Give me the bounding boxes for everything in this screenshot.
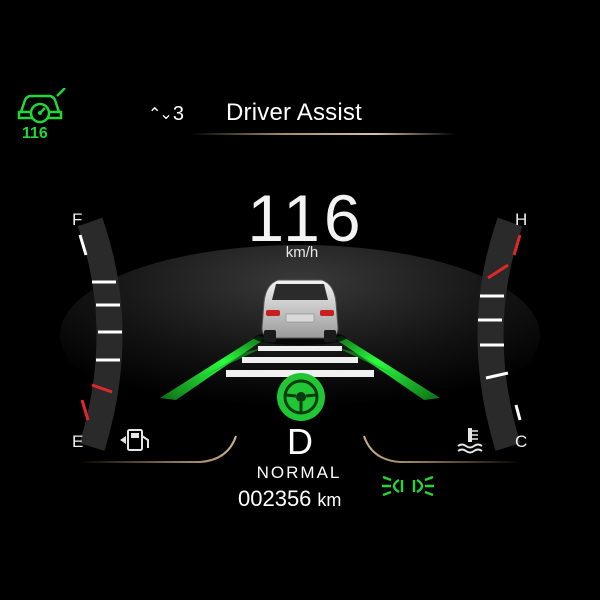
page-title: Driver Assist bbox=[226, 99, 362, 126]
fuel-empty-label: E bbox=[72, 432, 84, 451]
menu-page-indicator[interactable]: ⌃⌄ 3 bbox=[148, 101, 188, 127]
menu-page-number: 3 bbox=[172, 102, 184, 125]
temp-hot-label: H bbox=[515, 210, 528, 229]
parking-lights-icon bbox=[382, 475, 434, 497]
instrument-cluster: 116 ⌃⌄ 3 Driver Assist 116 km/h F E H C … bbox=[0, 0, 600, 600]
lead-vehicle bbox=[254, 279, 346, 345]
fuel-pump-icon bbox=[120, 429, 149, 451]
cruise-set-speed: 116 bbox=[22, 125, 48, 142]
fuel-tick-low bbox=[80, 399, 90, 421]
distance-bar bbox=[258, 346, 342, 351]
temp-cold-label: C bbox=[515, 432, 528, 451]
gear-indicator: D bbox=[287, 421, 313, 462]
distance-bar bbox=[242, 357, 358, 363]
steering-wheel-icon bbox=[277, 373, 325, 421]
temp-tick bbox=[514, 404, 522, 421]
odometer-value: 002356 bbox=[238, 486, 312, 511]
coolant-temperature-icon bbox=[457, 428, 483, 454]
speed-unit: km/h bbox=[285, 244, 319, 261]
drive-mode: NORMAL bbox=[256, 463, 342, 482]
odometer: 002356 km bbox=[238, 486, 341, 512]
header-divider bbox=[190, 133, 455, 135]
fuel-full-label: F bbox=[72, 210, 83, 229]
odometer-unit: km bbox=[317, 490, 342, 510]
up-down-chevron-icon: ⌃⌄ bbox=[148, 106, 173, 123]
